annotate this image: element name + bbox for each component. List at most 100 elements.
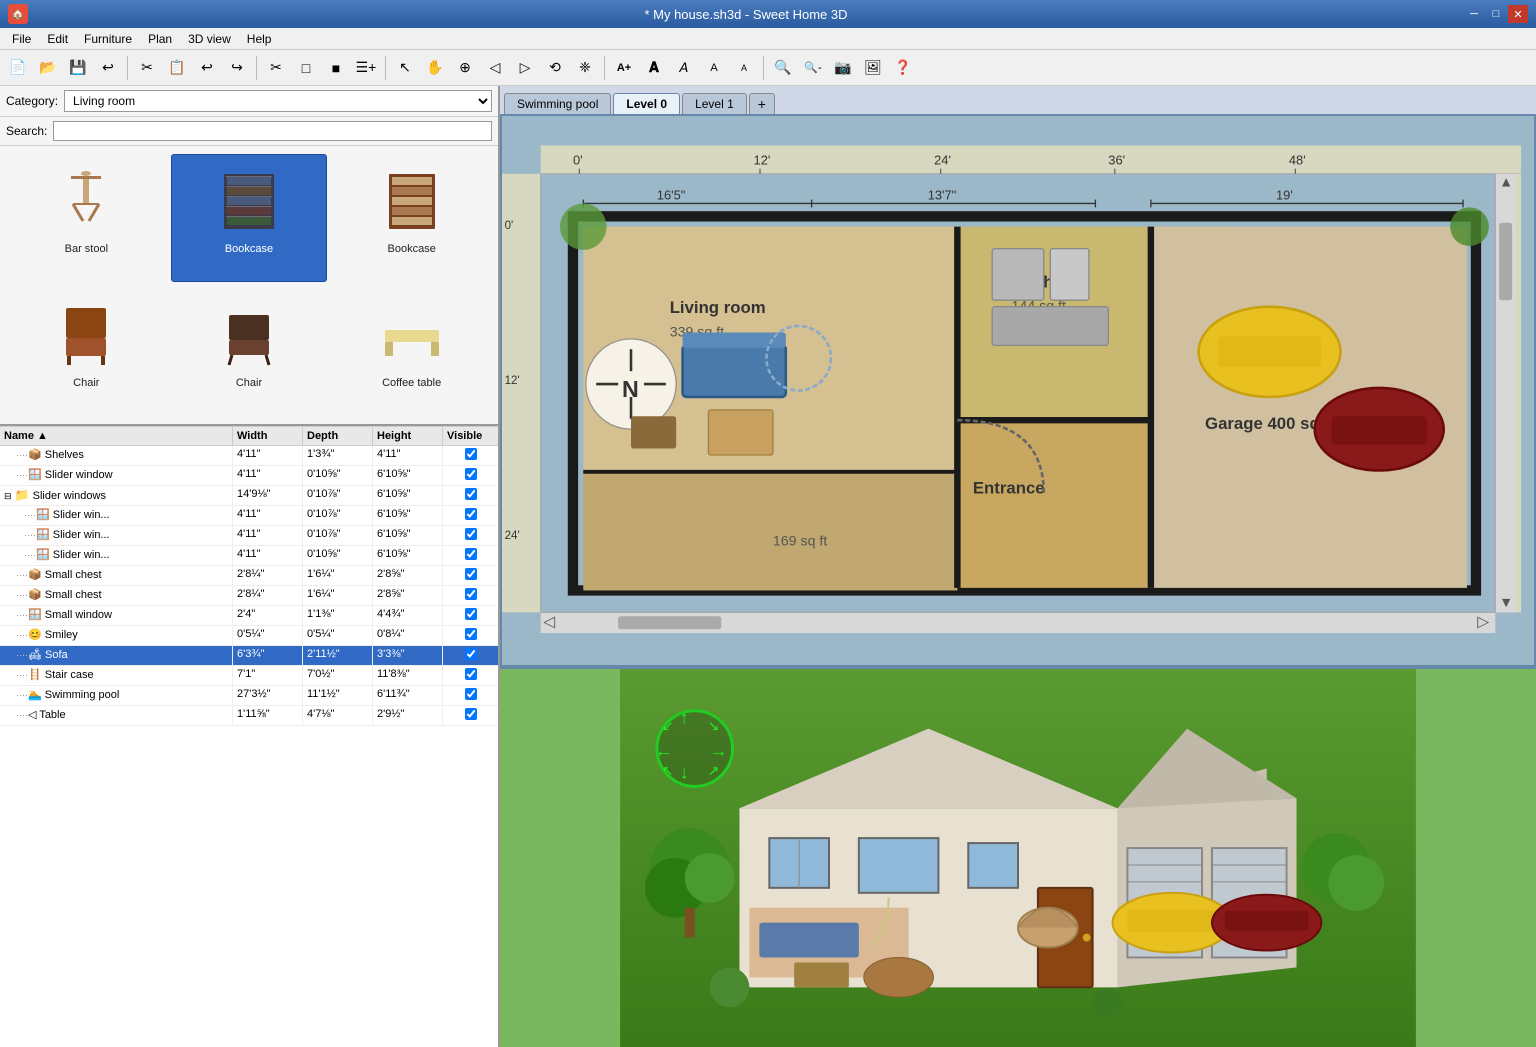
tab-add-button[interactable]: +	[749, 93, 775, 114]
list-item[interactable]: ····🪟 Slider window 4'11" 0'10⅝" 6'10⅝"	[0, 466, 498, 486]
rotate-button[interactable]: ⟲	[541, 54, 569, 82]
row-small-chest2-visible[interactable]	[443, 586, 498, 605]
zoom-out-button[interactable]: 🔍-	[799, 54, 827, 82]
chair-1-thumb	[46, 295, 126, 375]
list-item-sofa[interactable]: ····🛋 Sofa 6'3¾" 2'11½" 3'3⅜"	[0, 646, 498, 666]
furniture-item-chair-2[interactable]: Chair	[171, 288, 328, 416]
minimize-button[interactable]: ─	[1464, 5, 1484, 23]
row-small-chest1-visible[interactable]	[443, 566, 498, 585]
tb-sep-1	[127, 56, 128, 80]
font-increase-button[interactable]: A+	[610, 54, 638, 82]
list-item[interactable]: ····🪟 Slider win... 4'11" 0'10⅞" 6'10⅝"	[0, 506, 498, 526]
titlebar: 🏠 * My house.sh3d - Sweet Home 3D ─ □ ✕	[0, 0, 1536, 28]
row-smiley-visible[interactable]	[443, 626, 498, 645]
row-slider-window-visible[interactable]	[443, 466, 498, 485]
rect2-button[interactable]: ■	[322, 54, 350, 82]
image-button[interactable]: 🖼	[859, 54, 887, 82]
svg-text:169 sq ft: 169 sq ft	[773, 533, 827, 549]
select-button[interactable]: ↖	[391, 54, 419, 82]
row-staircase-visible[interactable]	[443, 666, 498, 685]
add-point-button[interactable]: ⊕	[451, 54, 479, 82]
bookcase-1-thumb	[209, 161, 289, 241]
furniture-item-bar-stool[interactable]: Bar stool	[8, 154, 165, 282]
font-small-button[interactable]: A	[700, 54, 728, 82]
row-shelves-depth: 1'3¾"	[303, 446, 373, 465]
furniture-item-bookcase-1[interactable]: Bookcase	[171, 154, 328, 282]
row-swimming-pool-width: 27'3½"	[233, 686, 303, 705]
tab-swimming-pool[interactable]: Swimming pool	[504, 93, 611, 114]
copy-button[interactable]: 📋	[163, 54, 191, 82]
list-item[interactable]: ····😊 Smiley 0'5¼" 0'5¼" 0'8¼"	[0, 626, 498, 646]
list-item[interactable]: ····🪜 Stair case 7'1" 7'0½" 11'8⅜"	[0, 666, 498, 686]
category-select[interactable]: Living room Bedroom Kitchen Bathroom Gar…	[64, 90, 492, 112]
row-slider-win3-visible[interactable]	[443, 546, 498, 565]
row-small-window-height: 4'4¾"	[373, 606, 443, 625]
row-table-visible[interactable]	[443, 706, 498, 725]
close-button[interactable]: ✕	[1508, 5, 1528, 23]
plan-view[interactable]: 0' 12' 24' 36' 48' 0' 12' 24'	[500, 114, 1536, 667]
add-button[interactable]: ☰+	[352, 54, 380, 82]
row-small-window-visible[interactable]	[443, 606, 498, 625]
list-item[interactable]: ····📦 Shelves 4'11" 1'3¾" 4'11"	[0, 446, 498, 466]
row-slider-win3-width: 4'11"	[233, 546, 303, 565]
tab-level-1[interactable]: Level 1	[682, 93, 747, 114]
3d-view[interactable]: ↑ ↓ ← → ↙ ↘ ↖ ↗	[500, 667, 1536, 1047]
menu-plan[interactable]: Plan	[140, 30, 180, 48]
list-item[interactable]: ····🏊 Swimming pool 27'3½" 11'1½" 6'11¾"	[0, 686, 498, 706]
list-item[interactable]: ····📦 Small chest 2'8¼" 1'6¼" 2'8⅝"	[0, 566, 498, 586]
pan-button[interactable]: ✋	[421, 54, 449, 82]
new-button[interactable]: 📄	[4, 54, 32, 82]
list-item[interactable]: ····🪟 Small window 2'4" 1'1⅜" 4'4¾"	[0, 606, 498, 626]
font-bold-button[interactable]: 𝐀	[640, 54, 668, 82]
maximize-button[interactable]: □	[1486, 5, 1506, 23]
menu-help[interactable]: Help	[239, 30, 280, 48]
list-item[interactable]: ····◁ Table 1'11⅝" 4'7⅛" 2'9½"	[0, 706, 498, 726]
settings-button[interactable]: ❈	[571, 54, 599, 82]
furniture-item-bookcase-2[interactable]: Bookcase	[333, 154, 490, 282]
help-button[interactable]: ❓	[889, 54, 917, 82]
prev-button[interactable]: ◁	[481, 54, 509, 82]
list-item[interactable]: ⊟ 📁 Slider windows 14'9⅛" 0'10⅞" 6'10⅝"	[0, 486, 498, 506]
rect-button[interactable]: □	[292, 54, 320, 82]
undo-button[interactable]: ↩	[94, 54, 122, 82]
zoom-in-button[interactable]: 🔍	[769, 54, 797, 82]
list-header: Name ▲ Width Depth Height Visible	[0, 427, 498, 446]
row-slider-win1-visible[interactable]	[443, 506, 498, 525]
open-button[interactable]: 📂	[34, 54, 62, 82]
font-italic-button[interactable]: 𝘈	[670, 54, 698, 82]
row-small-chest2-height: 2'8⅝"	[373, 586, 443, 605]
tab-level-0[interactable]: Level 0	[613, 93, 680, 114]
furniture-grid: Bar stool	[0, 146, 498, 426]
search-input[interactable]	[53, 121, 492, 141]
menu-file[interactable]: File	[4, 30, 39, 48]
font-tiny-button[interactable]: A	[730, 54, 758, 82]
row-staircase-height: 11'8⅜"	[373, 666, 443, 685]
toolbar: 📄 📂 💾 ↩ ✂ 📋 ↩ ↪ ✂ □ ■ ☰+ ↖ ✋ ⊕ ◁ ▷ ⟲ ❈ A…	[0, 50, 1536, 86]
svg-text:→: →	[710, 741, 728, 761]
cut2-button[interactable]: ✂	[262, 54, 290, 82]
redo-button[interactable]: ↪	[223, 54, 251, 82]
cut-button[interactable]: ✂	[133, 54, 161, 82]
menu-edit[interactable]: Edit	[39, 30, 76, 48]
row-slider-windows-visible[interactable]	[443, 486, 498, 505]
row-small-chest1-width: 2'8¼"	[233, 566, 303, 585]
next-button[interactable]: ▷	[511, 54, 539, 82]
row-sofa-visible[interactable]	[443, 646, 498, 665]
row-swimming-pool-visible[interactable]	[443, 686, 498, 705]
menu-3dview[interactable]: 3D view	[180, 30, 239, 48]
undo2-button[interactable]: ↩	[193, 54, 221, 82]
furniture-item-coffee-table[interactable]: Coffee table	[333, 288, 490, 416]
row-slider-win3-height: 6'10⅝"	[373, 546, 443, 565]
row-slider-win2-visible[interactable]	[443, 526, 498, 545]
menu-furniture[interactable]: Furniture	[76, 30, 140, 48]
camera-button[interactable]: 📷	[829, 54, 857, 82]
list-item[interactable]: ····📦 Small chest 2'8¼" 1'6¼" 2'8⅝"	[0, 586, 498, 606]
furniture-item-chair-1[interactable]: Chair	[8, 288, 165, 416]
list-item[interactable]: ····🪟 Slider win... 4'11" 0'10⅞" 6'10⅝"	[0, 526, 498, 546]
row-shelves-visible[interactable]	[443, 446, 498, 465]
svg-text:19': 19'	[1276, 188, 1293, 203]
save-button[interactable]: 💾	[64, 54, 92, 82]
list-item[interactable]: ····🪟 Slider win... 4'11" 0'10⅝" 6'10⅝"	[0, 546, 498, 566]
col-name[interactable]: Name ▲	[0, 427, 233, 445]
svg-text:▼: ▼	[1499, 595, 1513, 611]
